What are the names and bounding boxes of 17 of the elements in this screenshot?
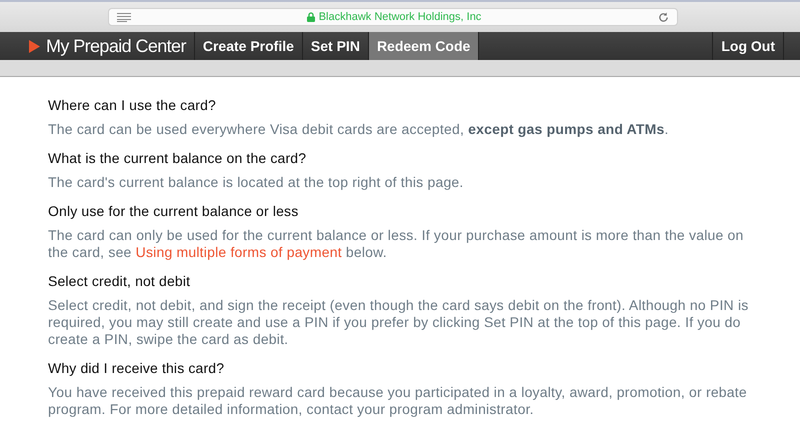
question-heading: Where can I use the card? — [48, 97, 217, 113]
answer-text: The card can be used everywhere Visa debit cards are accepted, except gas pumps and ATMs. — [48, 121, 670, 138]
question-heading: Only use for the current balance or less — [48, 203, 300, 219]
reader-icon[interactable] — [116, 12, 130, 22]
nav-tab[interactable]: Redeem Code — [368, 32, 480, 60]
logo-text: My Prepaid Center — [46, 36, 186, 56]
answer-text: The card can only be used for the current balance or less. If your purchase amount is more than the value on the card, see Using multiple forms of payment below. — [48, 227, 745, 261]
reload-icon[interactable] — [658, 12, 668, 22]
question-heading: What is the current balance on the card? — [48, 150, 308, 166]
payment-link[interactable]: Using multiple forms of payment — [136, 244, 342, 260]
question-heading: Why did I receive this card? — [48, 360, 226, 376]
play-icon — [29, 40, 40, 52]
answer-text: You have received this prepaid reward card because you participated in a loyalty, award, promotion, or rebate program. For more detailed information, contact your program administrator. — [48, 384, 748, 418]
question-heading: Select credit, not debit — [48, 273, 192, 289]
site-name: Blackhawk Network Holdings, Inc — [318, 11, 482, 23]
answer-text: Select credit, not debit, and sign the receipt (even though the card says debit on the front). Although no PIN is required, you may still create and use a PIN if you prefer by clicking Set PIN at the top of this page. If you do create a PIN, swipe the card as debit. — [48, 297, 750, 348]
answer-text: The card's current balance is located at the top right of this page. — [48, 174, 465, 191]
